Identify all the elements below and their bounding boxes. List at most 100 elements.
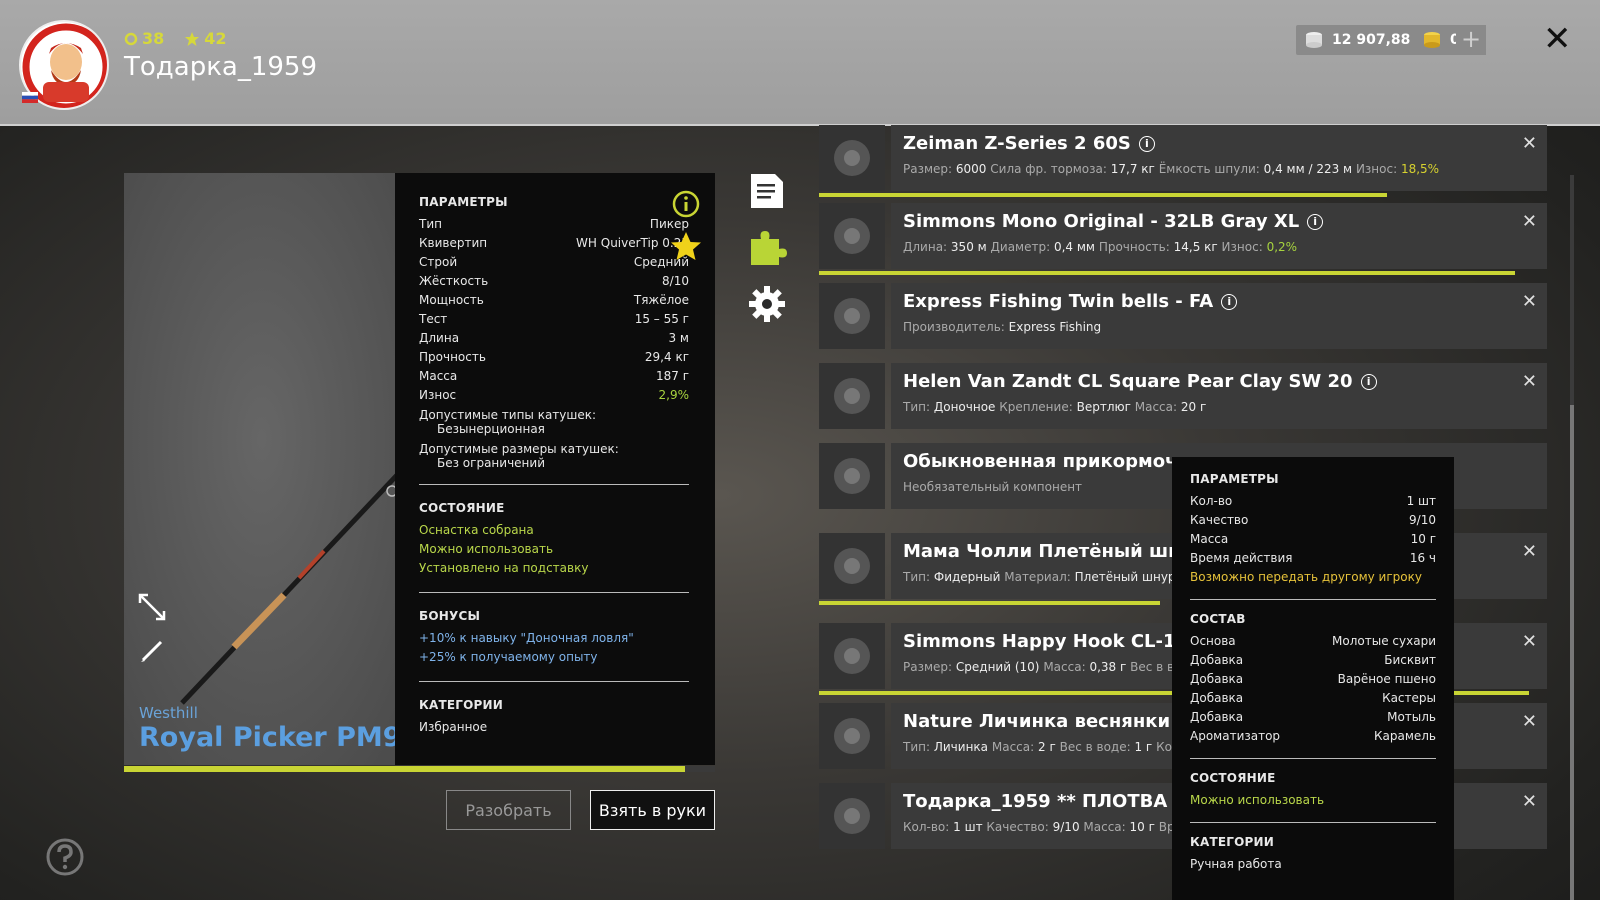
tackle-item[interactable]: Express Fishing Twin bells - FA i Производ… <box>819 283 1547 349</box>
tooltip-category-value: Ручная работа <box>1190 857 1282 871</box>
divider <box>419 592 689 593</box>
tooltip-state-title: СОСТОЯНИЕ <box>1190 771 1276 785</box>
tackle-item-title: Helen Van Zandt CL Square Pear Clay SW 2… <box>903 371 1535 392</box>
param-label: Строй <box>419 255 458 269</box>
close-button[interactable]: ✕ <box>1543 22 1572 56</box>
expand-icon[interactable] <box>137 592 167 622</box>
param-label: Тест <box>419 312 448 326</box>
composition-value: Бисквит <box>1384 653 1436 667</box>
tackle-item[interactable]: Zeiman Z-Series 2 60S i Размер: 6000 Сила … <box>819 125 1547 197</box>
tackle-item[interactable]: Simmons Mono Original - 32LB Gray XL i Дли… <box>819 203 1547 275</box>
param-value: Тяжёлое <box>633 293 689 307</box>
divider <box>419 484 689 485</box>
item-info-icon[interactable]: i <box>1138 135 1155 152</box>
take-in-hands-button[interactable]: Взять в руки <box>590 790 715 830</box>
info-icon[interactable] <box>672 190 700 218</box>
player-level: 38 <box>142 29 165 48</box>
remove-item-icon[interactable]: ✕ <box>1522 711 1537 732</box>
param-row: Жёсткость 8/10 <box>419 272 689 291</box>
composition-row: Основа Молотые сухари <box>1190 632 1436 651</box>
tooltip-param-label: Качество <box>1190 513 1249 527</box>
divider <box>419 681 689 682</box>
tooltip-param-row: Качество 9/10 <box>1190 511 1436 530</box>
composition-row: Добавка Бисквит <box>1190 651 1436 670</box>
param-label: Жёсткость <box>419 274 489 288</box>
remove-item-icon[interactable]: ✕ <box>1522 211 1537 232</box>
remove-item-icon[interactable]: ✕ <box>1522 371 1537 392</box>
groundbait-tooltip: ПАРАМЕТРЫ Кол-во 1 шт Качество 9/10 Масса 10 … <box>1172 457 1454 900</box>
reel-sizes-value: Без ограничений <box>437 456 545 470</box>
rank-star-icon <box>185 31 200 46</box>
sinker-icon <box>819 363 885 429</box>
flag-icon <box>22 92 38 103</box>
item-wear-bar <box>819 601 1160 605</box>
scrollbar-thumb[interactable] <box>1570 405 1574 900</box>
gold-coins-icon <box>1424 32 1440 48</box>
params-panel: ПАРАМЕТРЫ Тип Пикер Квивертип WH QuiverTip … <box>395 173 715 765</box>
edit-pencil-icon[interactable] <box>139 636 167 664</box>
remove-item-icon[interactable]: ✕ <box>1522 791 1537 812</box>
categories-title: КАТЕГОРИИ <box>419 698 504 712</box>
tooltip-params-title: ПАРАМЕТРЫ <box>1190 472 1279 486</box>
settings-gear-icon[interactable] <box>747 284 787 324</box>
tooltip-categories-title: КАТЕГОРИИ <box>1190 835 1275 849</box>
composition-value: Молотые сухари <box>1332 634 1436 648</box>
param-row: Износ 2,9% <box>419 386 689 405</box>
reel-types-label: Допустимые типы катушек: <box>419 408 597 422</box>
param-value: 2,9% <box>658 388 690 402</box>
reel-types-value: Безынерционная <box>437 422 545 436</box>
help-icon[interactable] <box>45 837 85 877</box>
item-wear-bar <box>819 193 1387 197</box>
param-row: Тип Пикер <box>419 215 689 234</box>
silver-amount: 12 907,88 <box>1332 32 1411 48</box>
line-spool-icon <box>819 203 885 269</box>
tooltip-param-value: 1 шт <box>1406 494 1436 508</box>
param-value: 15 – 55 г <box>634 312 689 326</box>
bonus-title: БОНУСЫ <box>419 609 481 623</box>
composition-row: Добавка Мотыль <box>1190 708 1436 727</box>
composition-label: Добавка <box>1190 710 1244 724</box>
tackle-item-details: Производитель: Express Fishing <box>903 320 1102 334</box>
tooltip-state-value: Можно использовать <box>1190 793 1325 807</box>
tackle-item-title: Express Fishing Twin bells - FA i <box>903 291 1535 312</box>
remove-item-icon[interactable]: ✕ <box>1522 541 1537 562</box>
favorite-star-icon[interactable] <box>669 230 703 264</box>
tooltip-param-label: Время действия <box>1190 551 1293 565</box>
param-row: Мощность Тяжёлое <box>419 291 689 310</box>
tooltip-param-row: Кол-во 1 шт <box>1190 492 1436 511</box>
item-info-icon[interactable]: i <box>1307 213 1324 230</box>
player-rank: 42 <box>204 29 227 48</box>
bonus-line: +25% к получаемому опыту <box>419 650 598 664</box>
param-label: Мощность <box>419 293 484 307</box>
tooltip-param-value: 9/10 <box>1409 513 1436 527</box>
bells-icon <box>819 283 885 349</box>
tackle-item[interactable]: Helen Van Zandt CL Square Pear Clay SW 2… <box>819 363 1547 429</box>
rod-brand: Westhill <box>139 704 198 722</box>
reel-sizes-label: Допустимые размеры катушек: <box>419 442 619 456</box>
param-row: Длина 3 м <box>419 329 689 348</box>
larva-icon <box>819 703 885 769</box>
document-icon[interactable] <box>747 170 787 210</box>
silver-coins-icon <box>1306 32 1322 48</box>
composition-label: Добавка <box>1190 653 1244 667</box>
remove-item-icon[interactable]: ✕ <box>1522 133 1537 154</box>
param-value: 29,4 кг <box>644 350 689 364</box>
tackle-item-title: Zeiman Z-Series 2 60S i <box>903 133 1535 154</box>
remove-item-icon[interactable]: ✕ <box>1522 631 1537 652</box>
rod-wear-bar <box>124 766 715 772</box>
param-label: Тип <box>419 217 442 231</box>
add-currency-button[interactable]: + <box>1456 25 1486 55</box>
param-label: Прочность <box>419 350 486 364</box>
tooltip-param-value: 16 ч <box>1409 551 1436 565</box>
params-title: ПАРАМЕТРЫ <box>419 195 508 209</box>
item-info-icon[interactable]: i <box>1221 293 1238 310</box>
puzzle-icon[interactable] <box>747 227 787 267</box>
disassemble-button[interactable]: Разобрать <box>446 790 571 830</box>
category-value: Избранное <box>419 720 488 734</box>
param-row: Масса 187 г <box>419 367 689 386</box>
item-info-icon[interactable]: i <box>1360 373 1377 390</box>
state-line: Можно использовать <box>419 542 554 556</box>
remove-item-icon[interactable]: ✕ <box>1522 291 1537 312</box>
state-line: Оснастка собрана <box>419 523 534 537</box>
silver-balance[interactable]: 12 907,88 <box>1296 25 1419 55</box>
